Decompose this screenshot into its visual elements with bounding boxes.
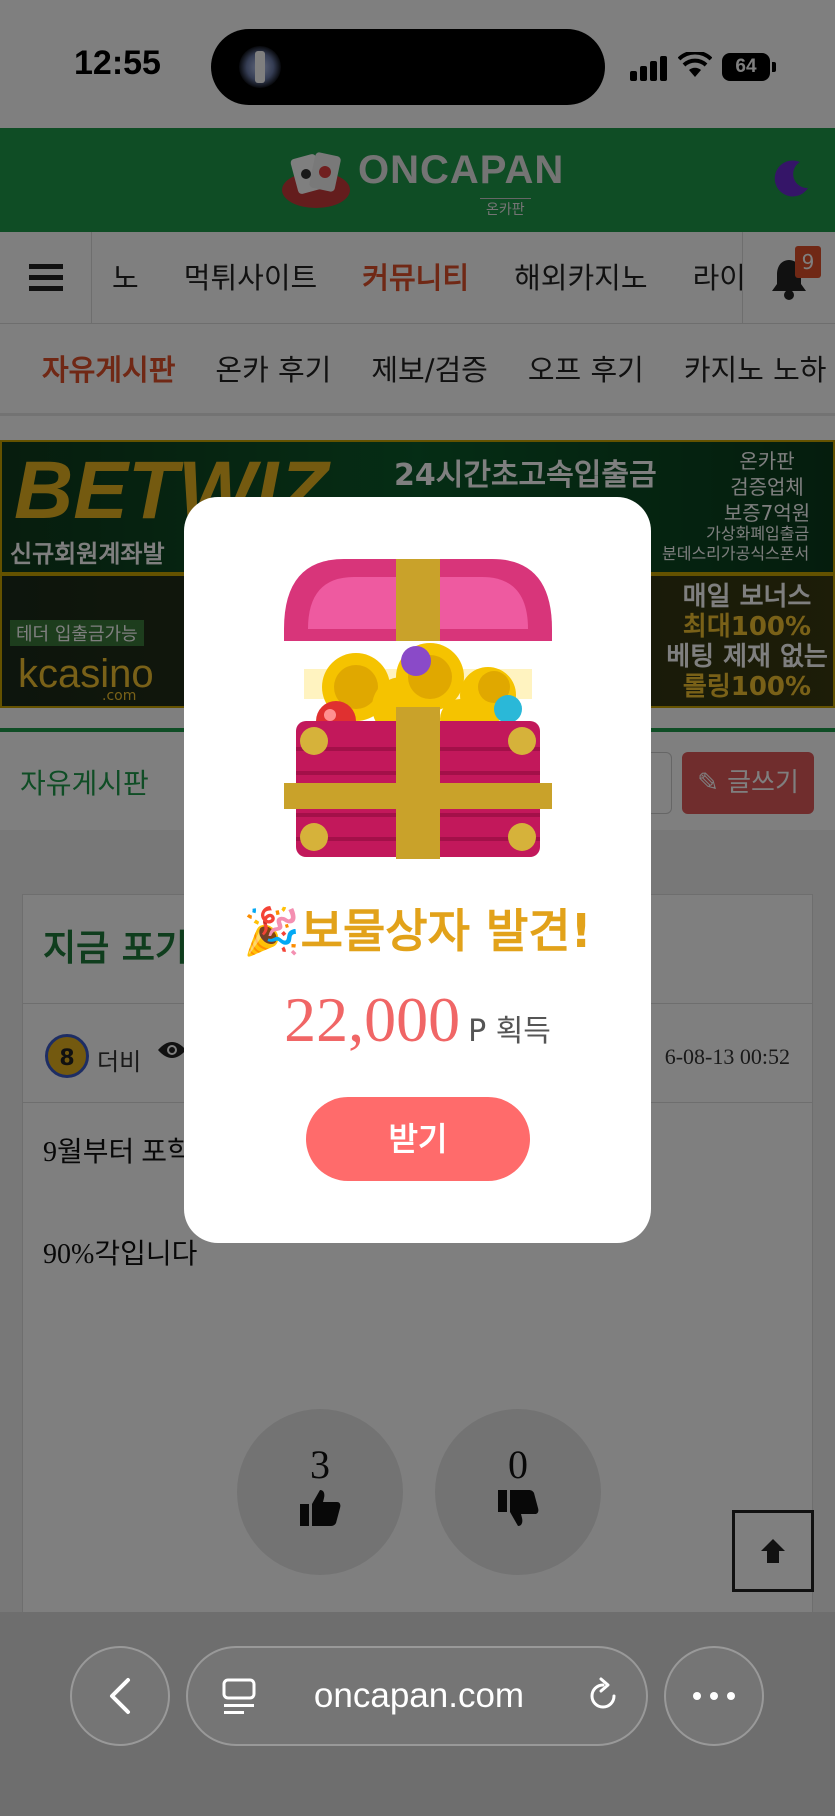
back-button[interactable] bbox=[70, 1646, 170, 1746]
claim-button[interactable]: 받기 bbox=[306, 1097, 530, 1181]
reload-icon[interactable] bbox=[586, 1676, 620, 1714]
popup-title: 🎉보물상자 발견! bbox=[243, 904, 592, 958]
ellipsis-icon bbox=[693, 1692, 735, 1700]
browser-toolbar: oncapan.com bbox=[0, 1612, 835, 1816]
more-options-button[interactable] bbox=[664, 1646, 764, 1746]
treasure-chest-icon bbox=[284, 559, 552, 859]
chevron-left-icon bbox=[110, 1678, 130, 1714]
reward-unit: P 획득 bbox=[468, 1014, 551, 1049]
url-text: oncapan.com bbox=[313, 1676, 525, 1715]
reward-points: 22,000 bbox=[284, 984, 461, 1055]
popup-amount: 22,000 P 획득 bbox=[184, 983, 651, 1057]
reward-popup: 🎉보물상자 발견! 22,000 P 획득 받기 bbox=[184, 497, 651, 1243]
address-bar[interactable]: oncapan.com bbox=[186, 1646, 648, 1746]
